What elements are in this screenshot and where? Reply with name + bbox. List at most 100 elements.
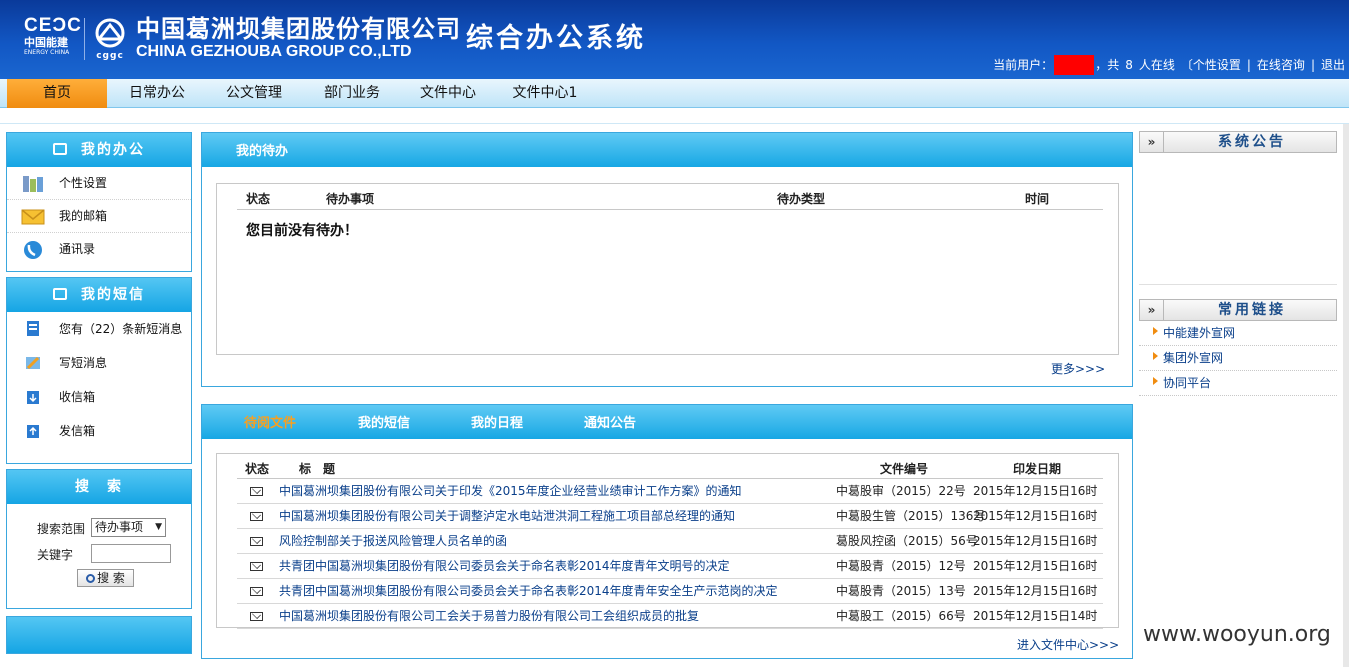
- link-group-site[interactable]: 集团外宣网: [1139, 346, 1337, 371]
- logout-link[interactable]: 退出: [1321, 56, 1345, 74]
- todo-more-link[interactable]: 更多>>>: [1051, 360, 1105, 377]
- nav-department-business[interactable]: 部门业务: [313, 79, 391, 108]
- nav-home[interactable]: 首页: [7, 79, 107, 108]
- link-label: 集团外宣网: [1163, 351, 1224, 365]
- menu-inbox[interactable]: 收信箱: [7, 380, 191, 414]
- search-button[interactable]: 搜 索: [77, 569, 134, 587]
- keyword-input[interactable]: [91, 544, 171, 563]
- my-office-panel: 我的办公 个性设置 我的邮箱 通讯录: [6, 132, 192, 272]
- doc-number: 中葛股生管（2015）136号: [836, 509, 986, 523]
- doc-title-link[interactable]: 中国葛洲坝集团股份有限公司关于印发《2015年度企业经营业绩审计工作方案》的通知: [279, 479, 742, 504]
- documents-table-header: 状态 标 题 文件编号 印发日期: [237, 454, 1103, 479]
- dropdown-arrow-icon: ▼: [155, 522, 162, 532]
- menu-my-mailbox[interactable]: 我的邮箱: [7, 200, 191, 233]
- announcement-header: » 系统公告: [1139, 131, 1337, 153]
- search-scope-select[interactable]: 待办事项 ▼: [91, 518, 166, 537]
- user-status-bar: 当前用户： ，共 8 人在线 〔个性设置 | 在线咨询 | 退出: [993, 55, 1345, 75]
- doc-date: 2015年12月15日16时: [973, 534, 1098, 548]
- doc-date: 2015年12月15日16时: [973, 584, 1098, 598]
- watermark: www.wooyun.org: [1143, 622, 1331, 647]
- doc-title-link[interactable]: 共青团中国葛洲坝集团股份有限公司委员会关于命名表彰2014年度青年文明号的决定: [279, 554, 730, 579]
- table-row[interactable]: 风险控制部关于报送风险管理人员名单的函 葛股风控函（2015）56号 2015年12…: [237, 529, 1103, 554]
- message-list-icon: [27, 321, 39, 336]
- my-sms-panel: 我的短信 您有（22）条新短消息 写短消息 收信箱 发信箱: [6, 277, 192, 464]
- table-row[interactable]: 中国葛洲坝集团股份有限公司工会关于易普力股份有限公司工会组织成员的批复 中葛股工（…: [237, 604, 1103, 629]
- col-issue-date: 印发日期: [1013, 462, 1062, 476]
- table-row[interactable]: 中国葛洲坝集团股份有限公司关于调整泸定水电站泄洪洞工程施工项目部总经理的通知 中葛…: [237, 504, 1103, 529]
- table-row[interactable]: 中国葛洲坝集团股份有限公司关于印发《2015年度企业经营业绩审计工作方案》的通知…: [237, 479, 1103, 504]
- page-scrollbar[interactable]: [1343, 124, 1349, 667]
- envelope-icon: [21, 209, 45, 225]
- menu-new-messages[interactable]: 您有（22）条新短消息: [7, 312, 191, 346]
- doc-title-link[interactable]: 共青团中国葛洲坝集团股份有限公司委员会关于命名表彰2014年度青年安全生产示范岗…: [279, 579, 778, 604]
- menu-write-message[interactable]: 写短消息: [7, 346, 191, 380]
- menu-label: 发信箱: [59, 424, 96, 438]
- mail-icon: [250, 587, 263, 596]
- menu-personal-settings[interactable]: 个性设置: [7, 167, 191, 200]
- empty-panel: [6, 616, 192, 654]
- logo-divider: [84, 18, 85, 60]
- table-row[interactable]: 共青团中国葛洲坝集团股份有限公司委员会关于命名表彰2014年度青年文明号的决定 中…: [237, 554, 1103, 579]
- logo-cegc-cn: 中国能建: [24, 36, 68, 49]
- mail-icon: [250, 512, 263, 521]
- nav-daily-office[interactable]: 日常办公: [120, 79, 194, 108]
- common-links-title: 常用链接: [1218, 302, 1286, 318]
- online-consult-link[interactable]: 在线咨询: [1257, 56, 1305, 74]
- announcement-title: 系统公告: [1218, 134, 1286, 150]
- gezhouba-emblem-icon: [95, 18, 125, 48]
- link-energy-china-site[interactable]: 中能建外宣网: [1139, 321, 1337, 346]
- pencil-icon: [26, 356, 40, 370]
- bullet-icon: [1153, 352, 1158, 360]
- search-icon: [86, 574, 96, 583]
- announcement-content: [1139, 153, 1337, 285]
- file-center-link[interactable]: 进入文件中心>>>: [1017, 636, 1119, 653]
- sms-icon: [53, 288, 67, 300]
- settings-grid-icon: [23, 176, 43, 192]
- doc-date: 2015年12月15日16时: [973, 559, 1098, 573]
- doc-title-link[interactable]: 中国葛洲坝集团股份有限公司工会关于易普力股份有限公司工会组织成员的批复: [279, 604, 699, 629]
- personal-settings-link[interactable]: 〔个性设置: [1181, 56, 1241, 74]
- energy-china-logo: CEƆC 中国能建 ENERGY CHINA: [24, 15, 82, 62]
- logo-cegc-text: CEƆC: [24, 15, 82, 36]
- tab-pending-read[interactable]: 待阅文件: [244, 405, 296, 443]
- inbox-icon: [27, 391, 39, 404]
- documents-table: 状态 标 题 文件编号 印发日期 中国葛洲坝集团股份有限公司关于印发《2015年…: [216, 453, 1119, 629]
- doc-number: 中葛股青（2015）13号: [836, 584, 966, 598]
- expand-arrow-icon[interactable]: »: [1140, 300, 1164, 320]
- outbox-icon: [27, 425, 39, 438]
- mail-icon: [250, 562, 263, 571]
- todo-title: 我的待办: [236, 144, 289, 159]
- nav-file-center-1[interactable]: 文件中心1: [504, 79, 586, 108]
- mail-icon: [250, 612, 263, 621]
- doc-title-link[interactable]: 中国葛洲坝集团股份有限公司关于调整泸定水电站泄洪洞工程施工项目部总经理的通知: [279, 504, 735, 529]
- table-row[interactable]: 共青团中国葛洲坝集团股份有限公司委员会关于命名表彰2014年度青年安全生产示范岗…: [237, 579, 1103, 604]
- nav-file-center[interactable]: 文件中心: [410, 79, 486, 108]
- menu-outbox[interactable]: 发信箱: [7, 414, 191, 448]
- common-links-header: » 常用链接: [1139, 299, 1337, 321]
- nav-document-management[interactable]: 公文管理: [215, 79, 293, 108]
- link-collaboration-platform[interactable]: 协同平台: [1139, 371, 1337, 396]
- tab-notices[interactable]: 通知公告: [584, 405, 636, 443]
- menu-label: 通讯录: [59, 242, 96, 256]
- doc-date: 2015年12月15日16时: [973, 484, 1098, 498]
- link-label: 协同平台: [1163, 376, 1212, 390]
- my-sms-title: 我的短信: [81, 287, 145, 303]
- tab-my-sms[interactable]: 我的短信: [358, 405, 410, 443]
- expand-arrow-icon[interactable]: »: [1140, 132, 1164, 152]
- nav-sub-strip: [0, 108, 1349, 124]
- col-todo-type: 待办类型: [777, 192, 826, 206]
- search-scope-label: 搜索范围: [37, 522, 86, 536]
- tab-my-schedule[interactable]: 我的日程: [471, 405, 523, 443]
- my-sms-header: 我的短信: [7, 278, 191, 312]
- menu-label: 您有（22）条新短消息: [59, 322, 183, 336]
- mail-icon: [250, 537, 263, 546]
- col-status: 状态: [246, 192, 271, 206]
- doc-number: 中葛股工（2015）66号: [836, 609, 966, 623]
- col-todo-item: 待办事项: [326, 192, 375, 206]
- online-text-pre: ，共: [1095, 58, 1120, 72]
- doc-title-link[interactable]: 风险控制部关于报送风险管理人员名单的函: [279, 529, 507, 554]
- menu-address-book[interactable]: 通讯录: [7, 233, 191, 266]
- doc-date: 2015年12月15日14时: [973, 609, 1098, 623]
- separator: |: [1246, 58, 1251, 72]
- menu-label: 收信箱: [59, 390, 96, 404]
